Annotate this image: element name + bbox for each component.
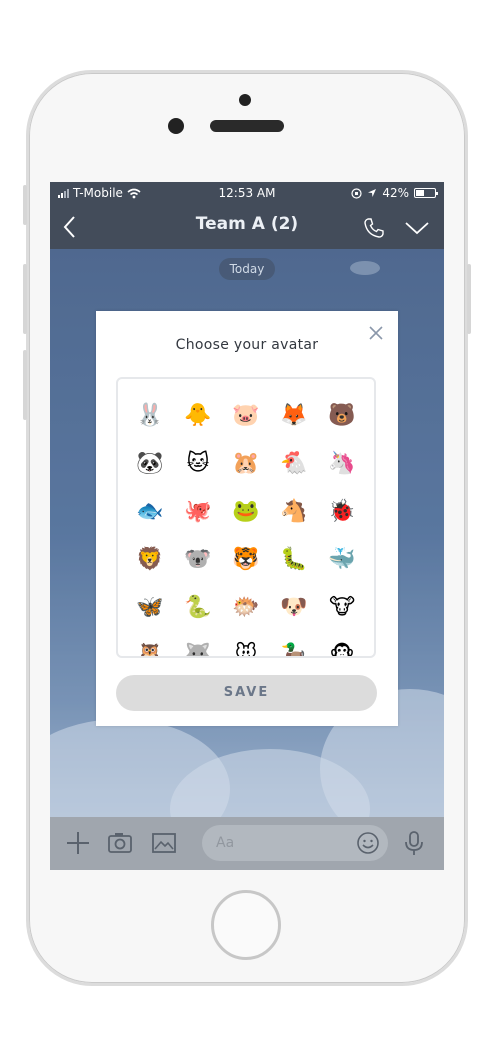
avatar-option[interactable]: 🐳 bbox=[318, 535, 366, 583]
volume-down-button bbox=[23, 350, 27, 420]
avatar-option[interactable]: 🐮 bbox=[318, 583, 366, 631]
avatar-option[interactable]: 🐔 bbox=[270, 439, 318, 487]
avatar-option[interactable]: 🐟 bbox=[126, 487, 174, 535]
avatar-option[interactable]: 🐹 bbox=[222, 439, 270, 487]
avatar-grid[interactable]: 🐰 🐥 🐷 🦊 🐻 🐼 🐱 🐹 🐔 🦄 🐟 🐙 🐸 🐴 🐞 🦁 🐨 🐯 🐛 🐳 🦋 🐍 🐡 🐶 🐮 🦉 🐺 🐭 🦆 🐵 bbox=[116, 377, 376, 658]
save-button[interactable]: SAVE bbox=[116, 675, 377, 711]
front-camera bbox=[168, 118, 184, 134]
avatar-option[interactable]: 🐯 bbox=[222, 535, 270, 583]
avatar-option[interactable]: 🐵 bbox=[318, 631, 366, 657]
avatar-option[interactable]: 🐸 bbox=[222, 487, 270, 535]
phone-screen: T-Mobile 12:53 AM 42% Team A (2) Today A… bbox=[50, 182, 444, 870]
silent-switch bbox=[23, 185, 27, 225]
avatar-picker-dialog: Choose your avatar 🐰 🐥 🐷 🦊 🐻 🐼 🐱 🐹 🐔 🦄 🐟 🐙 🐸 🐴 🐞 🦁 🐨 🐯 🐛 🐳 🦋… bbox=[96, 311, 398, 726]
volume-up-button bbox=[23, 264, 27, 334]
avatar-option[interactable]: 🐼 bbox=[126, 439, 174, 487]
avatar-option[interactable]: 🐴 bbox=[270, 487, 318, 535]
avatar-option[interactable]: 🐛 bbox=[270, 535, 318, 583]
power-button bbox=[467, 264, 471, 334]
avatar-option[interactable]: 🐡 bbox=[222, 583, 270, 631]
avatar-option[interactable]: 🐍 bbox=[174, 583, 222, 631]
avatar-option[interactable]: 🦄 bbox=[318, 439, 366, 487]
earpiece-speaker bbox=[210, 120, 284, 132]
avatar-option[interactable]: 🐨 bbox=[174, 535, 222, 583]
avatar-option[interactable]: 🦊 bbox=[270, 391, 318, 439]
avatar-option[interactable]: 🦋 bbox=[126, 583, 174, 631]
avatar-option[interactable]: 🐙 bbox=[174, 487, 222, 535]
avatar-option[interactable]: 🦉 bbox=[126, 631, 174, 657]
avatar-option[interactable]: 🦁 bbox=[126, 535, 174, 583]
avatar-option[interactable]: 🐷 bbox=[222, 391, 270, 439]
avatar-option[interactable]: 🐱 bbox=[174, 439, 222, 487]
avatar-option[interactable]: 🐶 bbox=[270, 583, 318, 631]
avatar-option[interactable]: 🐭 bbox=[222, 631, 270, 657]
avatar-option[interactable]: 🐥 bbox=[174, 391, 222, 439]
avatar-option[interactable]: 🦆 bbox=[270, 631, 318, 657]
dialog-title: Choose your avatar bbox=[175, 337, 319, 353]
home-button[interactable] bbox=[211, 890, 281, 960]
avatar-option[interactable]: 🐰 bbox=[126, 391, 174, 439]
avatar-option[interactable]: 🐻 bbox=[318, 391, 366, 439]
avatar-option[interactable]: 🐺 bbox=[174, 631, 222, 657]
avatar-option[interactable]: 🐞 bbox=[318, 487, 366, 535]
sensor-dot bbox=[239, 94, 251, 106]
